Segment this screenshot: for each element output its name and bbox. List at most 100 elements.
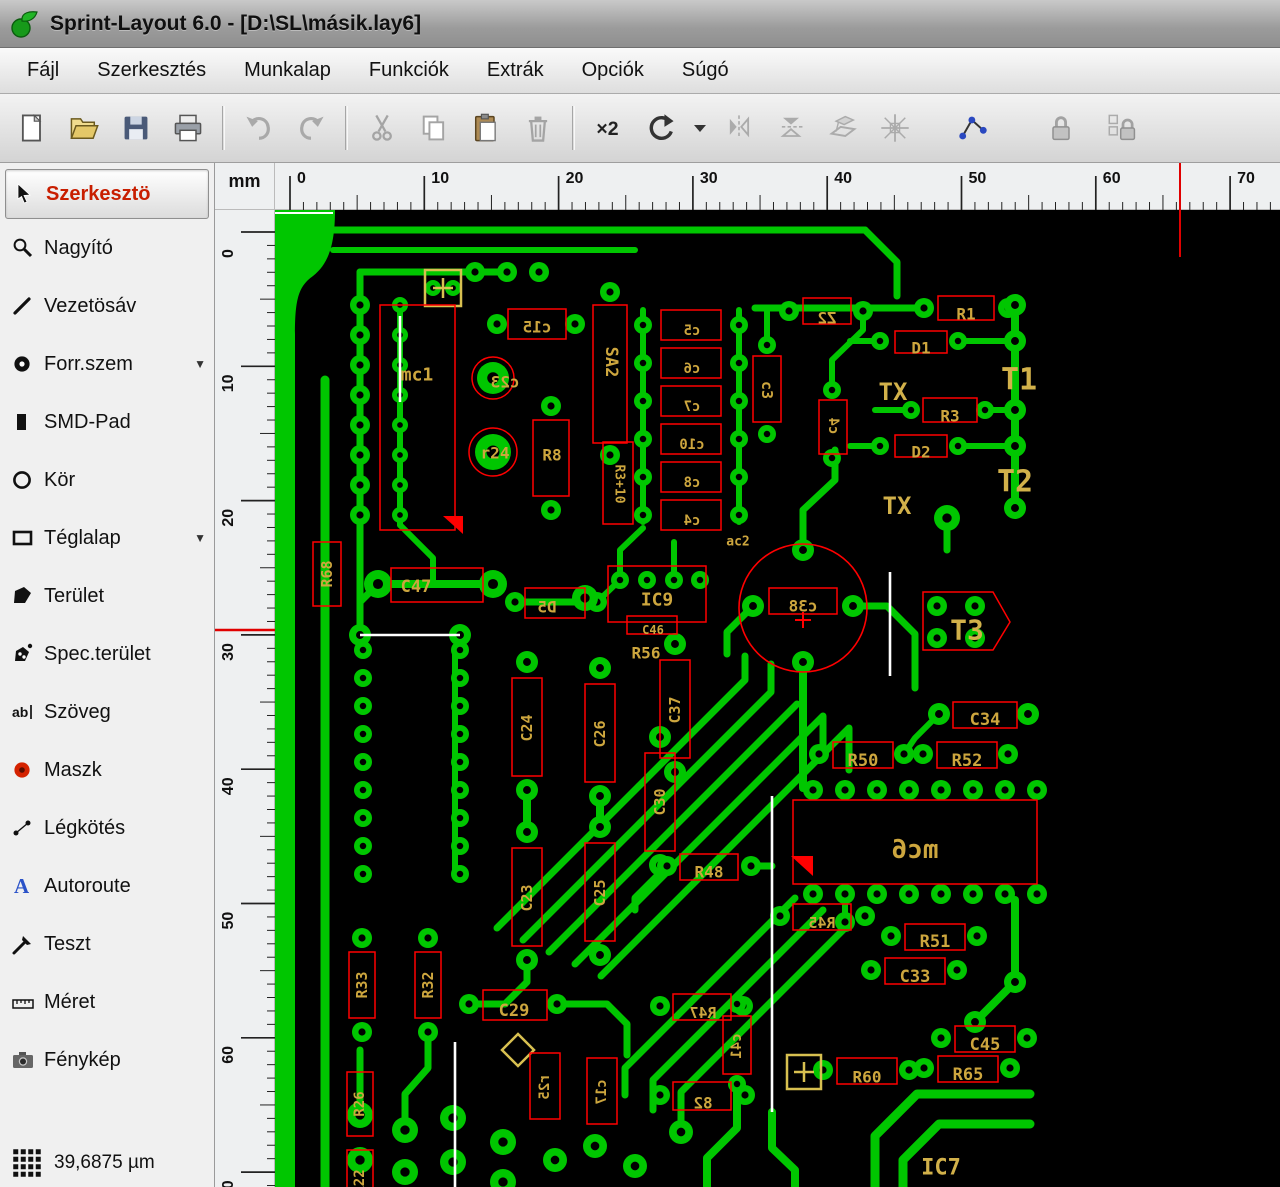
component-label[interactable]: mc1 — [401, 365, 434, 386]
sidebar-item-zoom[interactable]: Nagyító — [0, 219, 214, 277]
component-label[interactable]: R60 — [853, 1068, 882, 1087]
align-snap-button[interactable] — [869, 102, 921, 154]
delete-button[interactable] — [512, 102, 564, 154]
component-label[interactable]: R68 — [318, 560, 336, 587]
sidebar-item-editor[interactable]: Szerkesztö — [5, 169, 209, 219]
sidebar-item-photo[interactable]: Fénykép — [0, 1031, 214, 1089]
menu-options[interactable]: Opciók — [563, 53, 663, 88]
sidebar-item-zone[interactable]: Terület — [0, 567, 214, 625]
component-label[interactable]: R32 — [419, 971, 437, 998]
sidebar-item-special-zone[interactable]: Spec.terület — [0, 625, 214, 683]
title-bar[interactable]: Sprint-Layout 6.0 - [D:\SL\másik.lay6] — [0, 0, 1280, 48]
component-label[interactable]: R26 — [352, 1091, 368, 1116]
component-label[interactable]: IC7 — [921, 1156, 961, 1181]
component-label[interactable]: R8 — [542, 446, 561, 465]
mirror-horizontal-button[interactable] — [713, 102, 765, 154]
component-label[interactable]: R47 — [689, 1004, 716, 1022]
component-label[interactable]: IC9 — [641, 590, 674, 611]
component-label[interactable]: R56 — [632, 644, 661, 663]
sidebar-item-smd-pad[interactable]: SMD-Pad — [0, 393, 214, 451]
component-label[interactable]: SA2 — [601, 347, 621, 378]
component-label[interactable]: c6 — [684, 361, 701, 377]
sidebar-item-track[interactable]: Vezetösáv — [0, 277, 214, 335]
component-label[interactable]: C45 — [970, 1035, 1001, 1055]
mirror-vertical-button[interactable] — [765, 102, 817, 154]
component-label[interactable]: c8 — [684, 475, 701, 491]
component-label[interactable]: R3 — [940, 407, 959, 426]
menu-help[interactable]: Súgó — [663, 53, 748, 88]
component-label[interactable]: C33 — [900, 967, 931, 987]
component-label[interactable]: c38 — [789, 597, 818, 616]
rotate-button[interactable] — [635, 102, 687, 154]
component-label[interactable]: C24 — [518, 714, 536, 741]
component-label[interactable]: C23 — [518, 884, 536, 911]
component-label[interactable]: Z2 — [817, 309, 836, 328]
component-label[interactable]: R48 — [695, 863, 724, 882]
grid-icon[interactable] — [12, 1148, 42, 1178]
sidebar-item-mask[interactable]: Maszk — [0, 741, 214, 799]
menu-extras[interactable]: Extrák — [468, 53, 563, 88]
component-label[interactable]: r25 — [537, 1074, 553, 1099]
rotate-dropdown-button[interactable] — [687, 102, 713, 154]
chevron-down-icon[interactable]: ▼ — [194, 357, 206, 371]
component-label[interactable]: c10 — [679, 437, 704, 453]
sidebar-item-circle[interactable]: Kör — [0, 451, 214, 509]
component-label[interactable]: D1 — [911, 339, 930, 358]
component-label[interactable]: R3+10 — [612, 464, 627, 503]
save-button[interactable] — [110, 102, 162, 154]
component-label[interactable]: D5 — [537, 598, 556, 617]
sidebar-item-measure[interactable]: Méret — [0, 973, 214, 1031]
pcb-canvas[interactable]: mc1 c15 SA2 c23 r24 R8 R3+10 c5 c6 c7 c10 c8 c4 Z2 R1 D… — [275, 210, 1280, 1187]
component-label[interactable]: C34 — [970, 710, 1001, 730]
sidebar-item-pad[interactable]: Forr.szem ▼ — [0, 335, 214, 393]
component-label[interactable]: c5 — [684, 323, 701, 339]
component-label[interactable]: R52 — [952, 751, 983, 771]
sidebar-item-airwire[interactable]: Légkötés — [0, 799, 214, 857]
component-label[interactable]: c15 — [523, 318, 552, 337]
component-label[interactable]: c3 — [758, 381, 776, 399]
sidebar-item-rectangle[interactable]: Téglalap ▼ — [0, 509, 214, 567]
component-label[interactable]: T2 — [997, 465, 1033, 500]
component-label[interactable]: ac2 — [726, 535, 749, 550]
component-label[interactable]: R33 — [353, 971, 371, 998]
component-label[interactable]: r24 — [481, 444, 510, 463]
component-label[interactable]: R22 — [352, 1169, 368, 1187]
component-label[interactable]: R50 — [848, 751, 879, 771]
component-label[interactable]: C26 — [591, 720, 609, 747]
component-label[interactable]: R1 — [956, 305, 975, 324]
component-label[interactable]: C46 — [642, 623, 664, 637]
component-lock-button[interactable] — [1097, 102, 1149, 154]
component-label[interactable]: c4 — [684, 513, 701, 529]
component-label[interactable]: R65 — [953, 1065, 984, 1085]
redo-button[interactable] — [285, 102, 337, 154]
component-label[interactable]: T3 — [950, 614, 984, 647]
component-label[interactable]: c17 — [594, 1079, 610, 1104]
component-label[interactable]: C29 — [499, 1001, 530, 1021]
flip-board-side-button[interactable] — [817, 102, 869, 154]
component-label[interactable]: C37 — [666, 696, 684, 723]
sidebar-item-text[interactable]: ab Szöveg — [0, 683, 214, 741]
undo-button[interactable] — [233, 102, 285, 154]
new-document-button[interactable] — [6, 102, 58, 154]
menu-edit[interactable]: Szerkesztés — [78, 53, 225, 88]
lock-button[interactable] — [1035, 102, 1087, 154]
component-label[interactable]: c41 — [729, 1033, 745, 1058]
component-label[interactable]: 82 — [693, 1094, 712, 1113]
component-label[interactable]: c4 — [825, 418, 841, 435]
component-label[interactable]: R45 — [808, 914, 835, 932]
component-label[interactable]: R51 — [920, 932, 951, 952]
sidebar-item-autoroute[interactable]: A Autoroute — [0, 857, 214, 915]
component-label[interactable]: C47 — [401, 577, 432, 597]
component-label[interactable]: c23 — [491, 373, 520, 392]
component-label[interactable]: c7 — [684, 399, 701, 415]
component-label[interactable]: TX — [883, 492, 912, 520]
paste-button[interactable] — [460, 102, 512, 154]
connections-button[interactable] — [947, 102, 999, 154]
component-label[interactable]: T1 — [1001, 363, 1037, 398]
component-label[interactable]: TX — [879, 378, 908, 406]
open-file-button[interactable] — [58, 102, 110, 154]
component-label[interactable]: C25 — [591, 879, 609, 906]
component-label[interactable]: mc6 — [892, 835, 939, 865]
menu-board[interactable]: Munkalap — [225, 53, 350, 88]
menu-file[interactable]: Fájl — [8, 53, 78, 88]
